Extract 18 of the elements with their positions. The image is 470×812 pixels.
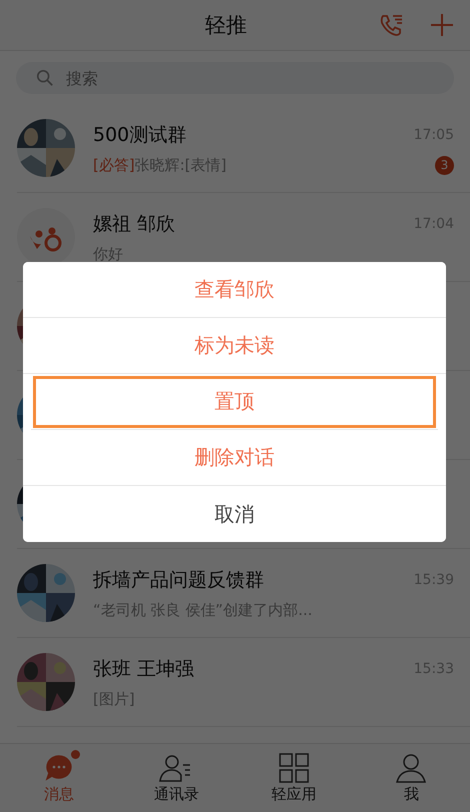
conversation-name: 拆墙产品问题反馈群 [93,568,264,592]
conversation-name: 500测试群 [93,122,186,148]
menu-item[interactable]: 置顶 [31,374,438,430]
unread-badge: 3 [435,156,454,174]
grid-icon [278,752,309,782]
tab[interactable]: 消息 [0,744,118,812]
person-icon [395,752,428,782]
tab[interactable]: 轻应用 [235,744,352,812]
call-list-icon[interactable] [378,13,404,37]
menu-item[interactable]: 查看邹欣 [23,262,446,318]
tab[interactable]: 我 [352,744,470,812]
chat-bubble-icon [44,752,74,782]
tab[interactable]: 通讯录 [118,744,235,812]
search-icon [36,69,54,87]
conversation-name: 张班 王坤强 [93,656,194,682]
add-icon[interactable] [430,13,454,37]
conversation-name: 嫘祖 邹欣 [93,212,176,236]
page-title: 轻推 [205,12,247,39]
